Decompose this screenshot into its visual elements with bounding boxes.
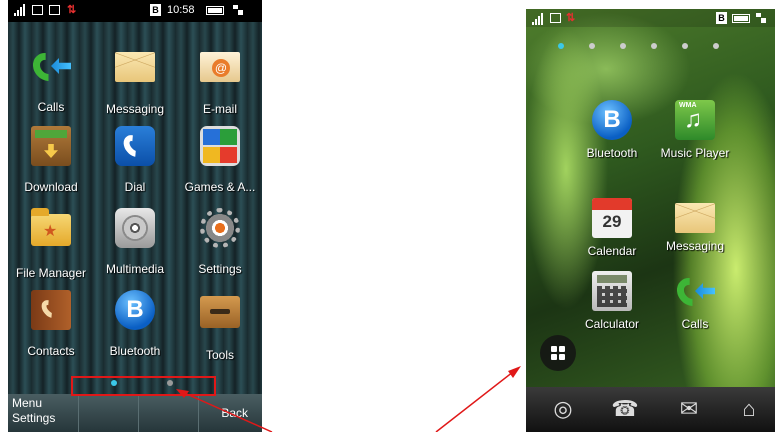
arrow-to-indicator	[179, 390, 273, 432]
arrowhead-right	[508, 366, 521, 378]
annotation-arrows	[176, 366, 521, 432]
arrowhead-left	[176, 389, 189, 398]
arrow-to-idle-screen	[435, 367, 519, 432]
